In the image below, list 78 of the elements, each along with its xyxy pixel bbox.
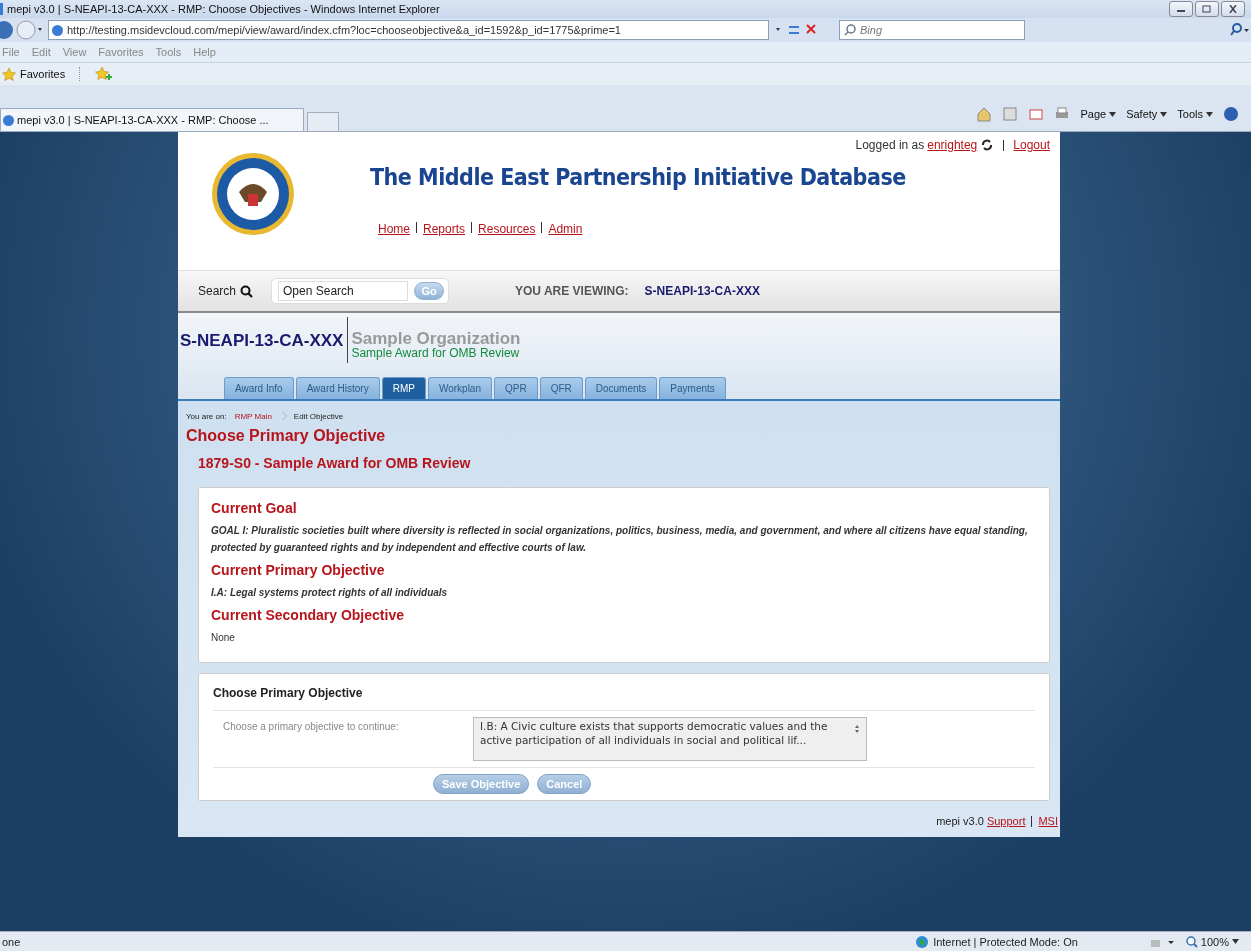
window-title: mepi v3.0 | S-NEAPI-13-CA-XXX - RMP: Choose Objectives - Windows Internet Explorer [7,3,441,15]
search-label: Search [198,284,237,298]
footer-link[interactable]: Support [986,815,1026,827]
organization-name: Sample Organization [351,331,521,347]
field-label: Choose a primary objective to continue: [223,720,400,734]
tab[interactable]: RMP [381,377,426,399]
address-field[interactable]: http://testing.msidevcloud.com/mepi/view/award/index.cfm?loc=chooseobjective&a_id=1592&p_id=1775&prime=1 [48,20,769,40]
close-button[interactable] [1221,1,1245,17]
nav-link[interactable]: Resources [478,222,536,236]
nav-link[interactable]: Reports [423,222,466,236]
tab[interactable]: Award History [295,377,380,399]
version-text: mepi v3.0 [936,815,984,827]
tab[interactable]: QPR [494,377,538,399]
select-arrows-icon [854,724,860,734]
menu-item[interactable]: Tools [155,46,182,58]
username-link[interactable]: enrighteg [927,138,978,152]
zoom-icon [1185,935,1198,948]
tab[interactable]: Payments [659,377,726,399]
award-heading: 1879-S0 - Sample Award for OMB Review [198,455,472,471]
form-title: Choose Primary Objective [213,686,364,700]
search-icon[interactable] [1229,22,1251,38]
close-icon [1228,5,1238,13]
section-text: None [211,631,236,645]
objective-select[interactable]: I.B: A Civic culture exists that supports democratic values and the active participation of all individuals in social and political lif... [473,717,867,761]
caret-icon [1232,939,1239,944]
section-heading: Current Goal [211,500,298,516]
section-text: GOAL I: Pluralistic societies built where diversity is reflected in social organizations, politics, business, media, and government, and where all citizens have equal standing, protected by guaranteed rights and by independent and effective courts of law. [211,524,1029,555]
search-icon [844,24,856,36]
caret-icon [1160,111,1168,117]
section-text: I.A: Legal systems protect rights of all individuals [211,586,449,600]
status-text: one [1,935,22,948]
award-code: S-NEAPI-13-CA-XXX [178,317,349,363]
menu-item[interactable]: View [62,46,87,58]
breadcrumb-label: You are on: [186,411,227,421]
caret-icon [1109,111,1117,117]
security-zone: Internet | Protected Mode: On [915,934,1078,949]
add-favorite-icon[interactable] [94,66,113,82]
viewing-label: YOU ARE VIEWING: [515,284,629,298]
section-heading: Current Primary Objective [211,562,386,578]
restore-icon [1202,5,1212,13]
breadcrumb-current: Edit Objective [293,411,344,421]
tab[interactable]: Workplan [427,377,492,399]
menu-item[interactable]: Help [193,46,216,58]
site-title: The Middle East Partnership Initiative Database [370,164,906,190]
menu-item[interactable]: File [2,46,20,58]
footer-link[interactable]: MSI [1038,815,1058,827]
logout-link[interactable]: Logout [1013,138,1050,152]
url-text: http://testing.msidevcloud.com/mepi/view/award/index.cfm?loc=chooseobjective&a_id=1592&p_id=1775&prime=1 [67,24,621,36]
tab[interactable]: Documents [584,377,658,399]
caret-icon [1206,111,1213,117]
back-forward-icon[interactable] [0,19,44,41]
search-field[interactable]: Open Search [278,281,409,301]
award-name: Sample Award for OMB Review [351,347,521,359]
star-icon [2,67,16,81]
browser-tab[interactable]: mepi v3.0 | S-NEAPI-13-CA-XXX - RMP: Choose ... [0,108,304,131]
page-title: Choose Primary Objective [186,427,387,445]
command-menu[interactable]: Safety [1126,108,1168,120]
command-menu[interactable]: Page [1080,108,1117,120]
globe-icon [915,934,930,949]
tab[interactable]: Award Info [224,377,294,399]
favorites-button[interactable]: Favorites [2,67,81,81]
breadcrumb-link[interactable]: RMP Main [234,411,272,421]
minimize-button[interactable] [1169,1,1193,17]
zoom-button[interactable]: 100% [1185,935,1239,948]
menu-item[interactable]: Favorites [98,46,144,58]
nav-link[interactable]: Admin [548,222,583,236]
viewing-value: S-NEAPI-13-CA-XXX [644,284,760,298]
tab[interactable]: QFR [539,377,583,399]
refresh-icon[interactable] [980,139,995,151]
new-tab-button[interactable] [307,112,339,131]
home-icon[interactable] [976,106,993,122]
search-field[interactable]: Bing [839,20,1025,40]
command-menu[interactable]: Tools [1177,108,1213,120]
search-icon [240,284,254,298]
section-heading: Current Secondary Objective [211,607,405,623]
nav-link[interactable]: Home [378,222,410,236]
menu-item[interactable]: Edit [31,46,51,58]
login-text: Logged in as [855,138,925,152]
